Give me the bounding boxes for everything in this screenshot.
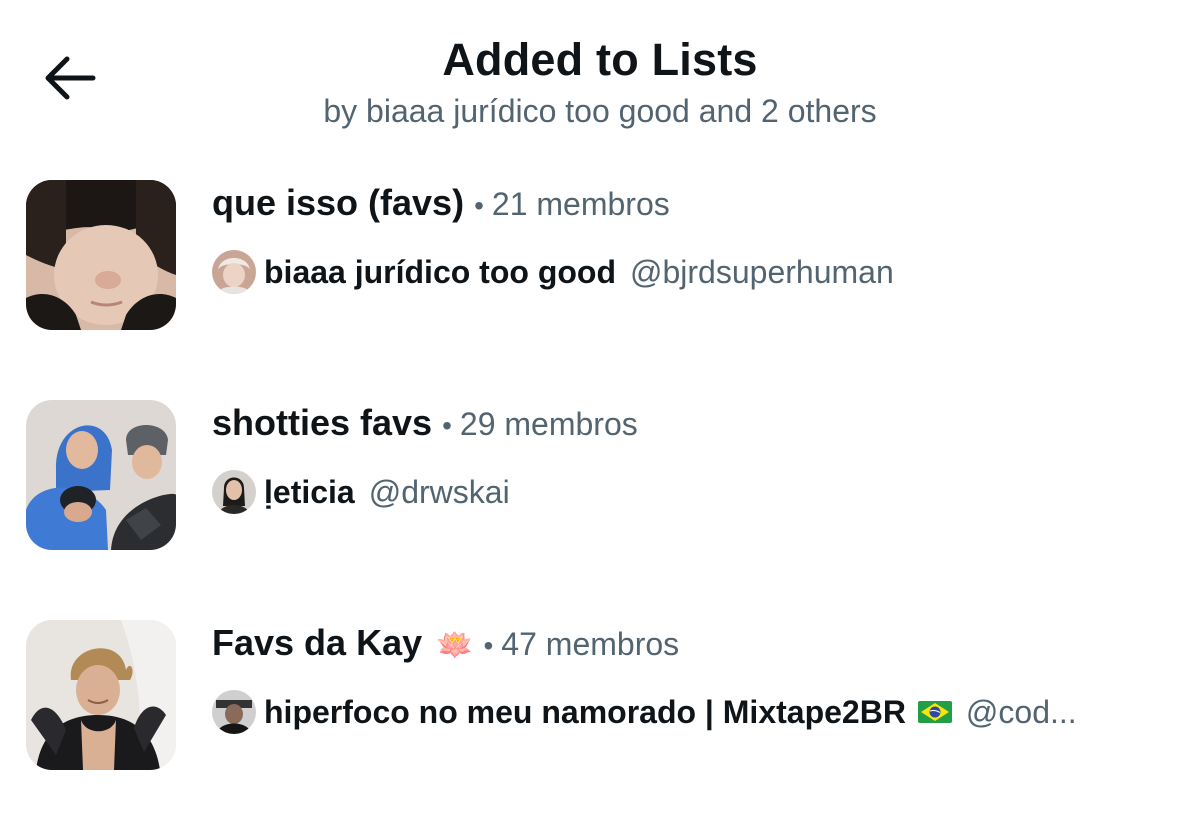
list-item[interactable]: Favs da Kay 🪷 • 47 membros hiperfoco no … (0, 610, 1200, 800)
list-owner[interactable]: hiperfoco no meu namorado | Mixtape2BR @… (212, 688, 1160, 736)
list-cover-image (26, 620, 176, 770)
separator-dot: • (483, 630, 494, 661)
avatar (212, 250, 256, 294)
avatar (212, 690, 256, 734)
list-name: shotties favs (212, 402, 433, 443)
list-item[interactable]: que isso (favs) • 21 membros biaaa juríd… (0, 170, 1200, 360)
owner-handle: @drwskai (368, 473, 510, 510)
owner-handle: @bjrdsuperhuman (630, 253, 894, 290)
list-name: que isso (favs) (212, 182, 465, 223)
member-count: 47 membros (501, 626, 680, 662)
page-subtitle: by biaaa jurídico too good and 2 others (323, 93, 877, 129)
lotus-emoji-icon: 🪷 (436, 629, 474, 662)
list-owner[interactable]: ḷeticia @drwskai (212, 468, 1160, 516)
owner-name: ḷeticia (264, 473, 355, 510)
separator-dot: • (474, 190, 484, 221)
list-info: shotties favs • 29 membros ḷeticia @drws… (212, 402, 1160, 516)
member-count: 29 membros (459, 406, 638, 442)
member-count: 21 membros (491, 186, 670, 222)
separator-dot: • (442, 410, 452, 441)
list-cover-image (26, 400, 176, 550)
list-cover-image (26, 180, 176, 330)
list-owner[interactable]: biaaa jurídico too good @bjrdsuperhuman (212, 248, 1160, 296)
list-info: Favs da Kay 🪷 • 47 membros hiperfoco no … (212, 622, 1160, 736)
added-to-lists-screen: Added to Lists by biaaa jurídico too goo… (0, 0, 1200, 829)
owner-name: hiperfoco no meu namorado | Mixtape2BR (264, 693, 906, 730)
brazil-flag-icon (917, 701, 952, 723)
list-info: que isso (favs) • 21 membros biaaa juríd… (212, 182, 1160, 296)
page-title: Added to Lists (442, 34, 758, 85)
list-item[interactable]: shotties favs • 29 membros ḷeticia @drws… (0, 390, 1200, 580)
avatar (212, 470, 256, 514)
owner-name: biaaa jurídico too good (264, 253, 616, 290)
page-header: Added to Lists by biaaa jurídico too goo… (0, 34, 1200, 130)
owner-handle: @cod... (965, 693, 1077, 730)
list-name: Favs da Kay (212, 622, 423, 663)
